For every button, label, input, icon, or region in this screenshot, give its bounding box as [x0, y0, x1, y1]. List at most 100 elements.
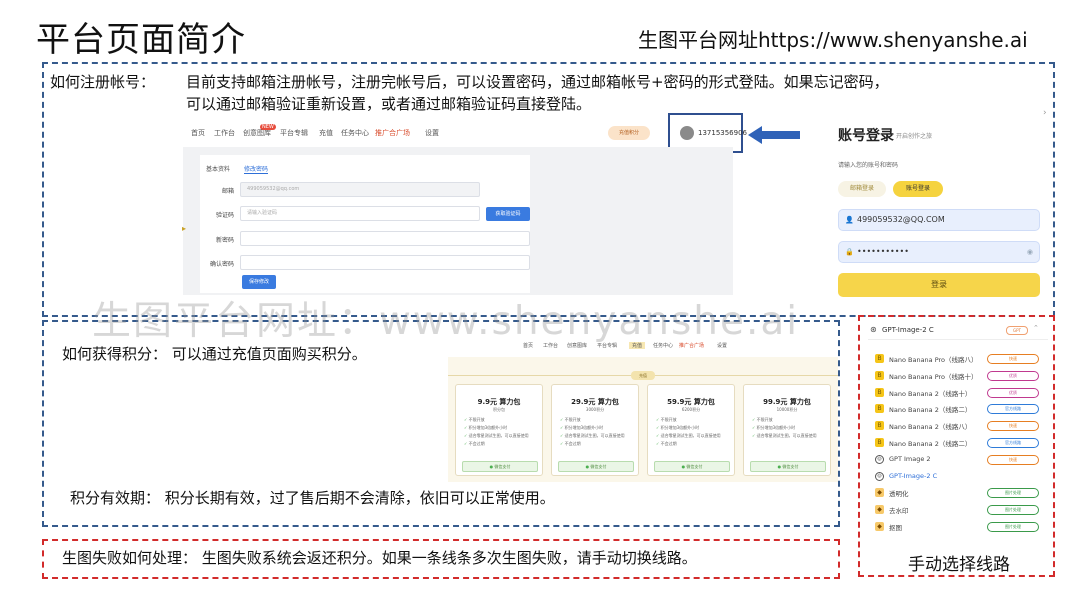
- tab-account-login[interactable]: 账号登录: [893, 181, 943, 197]
- package-feature: 不限开放: [464, 417, 485, 423]
- lock-icon: 🔒: [845, 248, 854, 256]
- nav-gallery[interactable]: 创意图库: [567, 342, 587, 349]
- route-option[interactable]: B Nano Banana 2（线路十） 优质: [875, 385, 1043, 401]
- banana-icon: B: [875, 404, 884, 414]
- nav-workbench[interactable]: 工作台: [214, 128, 235, 138]
- route-tag: 优质: [987, 387, 1039, 398]
- nav-settings[interactable]: 设置: [717, 342, 727, 349]
- route-tag: 官方线路: [987, 404, 1039, 415]
- code-input[interactable]: 请输入验证码: [240, 206, 480, 221]
- nav-album[interactable]: 平台专辑: [280, 128, 308, 138]
- login-password-field[interactable]: 🔒 ••••••••••• ◉: [838, 241, 1040, 263]
- watermark: 生图平台网址：www.shenyanshe.ai: [92, 299, 800, 344]
- gpt-icon: ◎: [875, 471, 884, 481]
- tab-basic-info[interactable]: 基本资料: [206, 164, 230, 173]
- nav-promo[interactable]: 推广合广场: [375, 128, 410, 138]
- package-card[interactable]: 59.9元 算力包 6200积分 不限开放 积分增加3倍额外小时 适合零星测试生…: [647, 384, 735, 476]
- package-card[interactable]: 29.9元 算力包 3000积分 不限开放 积分增加3倍额外小时 适合零星测试生…: [551, 384, 639, 476]
- route-option[interactable]: ◎ GPT Image 2 快速: [875, 452, 1043, 468]
- nav-tasks[interactable]: 任务中心: [341, 128, 369, 138]
- login-email-field[interactable]: 👤 499059532@QQ.COM: [838, 209, 1040, 231]
- chevron-right-icon[interactable]: ▸: [182, 224, 186, 233]
- register-heading: 如何注册帐号：: [50, 73, 156, 91]
- nav-recharge[interactable]: 充值: [319, 128, 333, 138]
- nav-settings[interactable]: 设置: [425, 128, 439, 138]
- new-password-input[interactable]: [240, 231, 530, 246]
- route-name: Nano Banana 2（线路二）: [889, 440, 972, 448]
- buy-button[interactable]: 微信支付: [558, 461, 634, 472]
- package-title: 29.9元 算力包: [571, 398, 619, 406]
- route-option[interactable]: ◎ GPT-Image-2 C: [875, 469, 1043, 485]
- route-option[interactable]: B Nano Banana 2（线路二） 官方线路: [875, 435, 1043, 451]
- login-button[interactable]: 登录: [838, 273, 1040, 297]
- tool-icon: ◆: [875, 522, 884, 531]
- login-hint: 请输入您的账号和密码: [838, 162, 899, 169]
- package-feature: 不会过期: [656, 441, 677, 447]
- tab-underline: [244, 173, 268, 174]
- package-sub: 积分包: [493, 407, 505, 412]
- password-form: 基本资料 修改密码 邮箱 499059532@qq.com 验证码 请输入验证码…: [200, 155, 530, 293]
- pointer-arrow-icon: [748, 126, 800, 144]
- register-line-2: 可以通过邮箱验证重新设置，或者通过邮箱验证码直接登陆。: [186, 95, 592, 113]
- email-label: 邮箱: [221, 188, 234, 195]
- confirm-password-input[interactable]: [240, 255, 530, 270]
- gpt-icon: ⊛: [870, 325, 877, 334]
- buy-button[interactable]: 微信支付: [654, 461, 730, 472]
- package-feature: 不会过期: [560, 441, 581, 447]
- recharge-button[interactable]: 充值积分: [608, 126, 650, 140]
- eye-icon[interactable]: ◉: [1027, 242, 1033, 262]
- package-feature: 积分增加3倍额外小时: [464, 425, 508, 431]
- nav-home[interactable]: 首页: [523, 342, 533, 349]
- route-option[interactable]: ◆ 抠图 图片处理: [875, 519, 1043, 535]
- new-password-label: 新密码: [215, 237, 234, 244]
- route-name: 抠图: [889, 524, 902, 532]
- save-button[interactable]: 保存修改: [242, 275, 276, 289]
- package-card[interactable]: 99.9元 算力包 10000积分 不限开放 积分增加3倍额外小时 适合零星测试…: [743, 384, 831, 476]
- avatar: [680, 126, 694, 140]
- route-tag: 图片处理: [987, 488, 1039, 499]
- route-option[interactable]: B Nano Banana 2（线路二） 官方线路: [875, 401, 1043, 417]
- email-field: 499059532@qq.com: [240, 182, 480, 197]
- route-option[interactable]: B Nano Banana Pro（线路十） 优质: [875, 368, 1043, 384]
- route-name: 去水印: [889, 507, 909, 516]
- route-selector[interactable]: ⊛ GPT-Image-2 C GPT ⌃: [868, 322, 1048, 340]
- route-current-tag: GPT: [1006, 326, 1028, 335]
- nav-album[interactable]: 平台专辑: [597, 342, 617, 349]
- route-tag: 图片处理: [987, 522, 1039, 532]
- tab-change-password[interactable]: 修改密码: [244, 164, 268, 173]
- login-password-value: •••••••••••: [857, 247, 909, 256]
- package-feature: 适合零星测试生图，可以直接使用: [560, 433, 625, 439]
- package-title: 9.9元 算力包: [477, 398, 521, 406]
- nav-recharge[interactable]: 充值: [629, 342, 646, 349]
- package-feature: 适合零星测试生图，可以直接使用: [464, 433, 529, 439]
- route-option[interactable]: ◆ 去水印 图片处理: [875, 502, 1043, 518]
- package-sub: 3000积分: [585, 407, 605, 412]
- failure-text: 生图失败如何处理： 生图失败系统会返还积分。如果一条线条多次生图失败，请手动切换…: [62, 549, 697, 567]
- buy-button[interactable]: 微信支付: [750, 461, 826, 472]
- tool-icon: ◆: [875, 488, 884, 498]
- route-name: Nano Banana Pro（线路十）: [889, 372, 978, 381]
- package-feature: 不限开放: [560, 417, 581, 423]
- get-code-button[interactable]: 获取验证码: [486, 207, 530, 221]
- package-card[interactable]: 9.9元 算力包 积分包 不限开放 积分增加3倍额外小时 适合零星测试生图，可以…: [455, 384, 543, 476]
- pricing-pill: 充值: [631, 371, 655, 380]
- route-tag: 优质: [987, 370, 1039, 381]
- nav-home[interactable]: 首页: [191, 128, 205, 138]
- route-tag: 官方线路: [987, 438, 1039, 448]
- nav-workbench[interactable]: 工作台: [543, 342, 558, 349]
- chevron-right-icon[interactable]: ›: [1043, 108, 1047, 118]
- nav-promo[interactable]: 推广合广场: [679, 342, 704, 349]
- nav-tasks[interactable]: 任务中心: [653, 342, 673, 349]
- package-feature: 适合零星测试生图，可以直接使用: [752, 433, 817, 439]
- route-option[interactable]: ◆ 透明化 图片处理: [875, 485, 1043, 501]
- package-feature: 不限开放: [752, 417, 773, 423]
- route-option[interactable]: B Nano Banana Pro（线路八） 快速: [875, 351, 1043, 367]
- tab-email-login[interactable]: 邮箱登录: [838, 181, 886, 197]
- chevron-up-icon[interactable]: ⌃: [1033, 324, 1039, 332]
- route-option[interactable]: B Nano Banana 2（线路八） 快速: [875, 418, 1043, 434]
- site-url: 生图平台网址https://www.shenyanshe.ai: [638, 28, 1028, 52]
- banana-icon: B: [875, 438, 884, 447]
- buy-button[interactable]: 微信支付: [462, 461, 538, 472]
- route-tag: 快速: [987, 421, 1039, 432]
- confirm-password-label: 确认密码: [209, 261, 234, 268]
